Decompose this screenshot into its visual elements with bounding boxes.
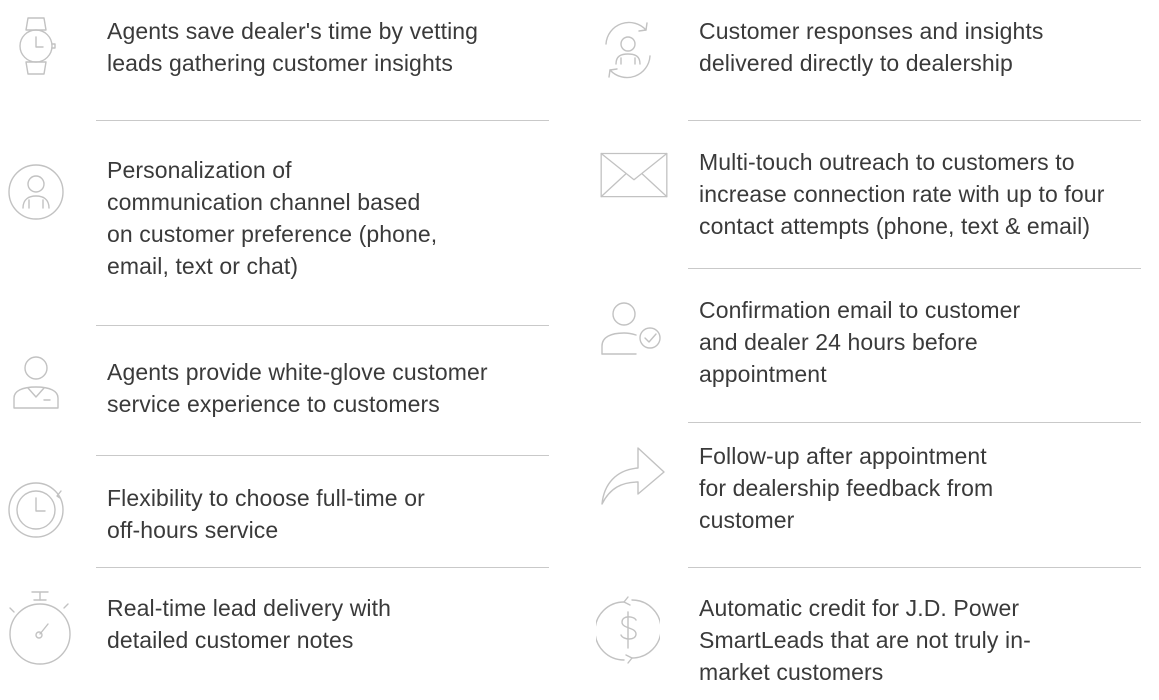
feature-text: Agents provide white-glove customer serv… — [107, 359, 488, 417]
feature-personalization: Personalization of communication channel… — [4, 150, 564, 310]
feature-follow-up: Follow-up after appointment for dealersh… — [596, 440, 1156, 550]
feature-text: Follow-up after appointment for dealersh… — [699, 443, 994, 533]
share-arrow-icon — [596, 444, 665, 508]
feature-text: Customer responses and insights delivere… — [699, 18, 1044, 76]
dollar-refresh-icon — [596, 594, 660, 664]
clock-icon — [4, 478, 68, 542]
envelope-icon — [596, 146, 668, 210]
divider — [688, 120, 1141, 121]
feature-confirmation-email: Confirmation email to customer and deale… — [596, 294, 1156, 404]
stopwatch-icon — [4, 588, 71, 665]
divider — [688, 422, 1141, 423]
user-check-icon — [596, 294, 661, 358]
divider — [96, 455, 549, 456]
feature-text: Flexibility to choose full-time or off-h… — [107, 485, 425, 543]
feature-multi-touch: Multi-touch outreach to customers to inc… — [596, 146, 1159, 256]
feature-customer-responses: Customer responses and insights delivere… — [596, 14, 1156, 114]
feature-text: Agents save dealer's time by vetting lea… — [107, 18, 479, 76]
user-sync-icon — [596, 18, 660, 82]
feature-vetting-leads: Agents save dealer's time by vetting lea… — [4, 14, 564, 114]
feature-flexibility: Flexibility to choose full-time or off-h… — [4, 478, 564, 558]
feature-real-time: Real-time lead delivery with detailed cu… — [4, 588, 564, 688]
watch-icon — [4, 14, 68, 78]
divider — [688, 567, 1141, 568]
feature-white-glove: Agents provide white-glove customer serv… — [4, 350, 564, 440]
divider — [96, 325, 549, 326]
divider — [96, 567, 549, 568]
divider — [688, 268, 1141, 269]
feature-automatic-credit: Automatic credit for J.D. Power SmartLea… — [596, 588, 1156, 698]
feature-text: Multi-touch outreach to customers to inc… — [699, 149, 1105, 239]
feature-text: Confirmation email to customer and deale… — [699, 297, 1021, 387]
user-circle-icon — [4, 160, 68, 224]
divider — [96, 120, 549, 121]
agent-icon — [4, 350, 68, 414]
feature-text: Automatic credit for J.D. Power SmartLea… — [699, 595, 1031, 685]
feature-text: Personalization of communication channel… — [107, 157, 438, 279]
feature-text: Real-time lead delivery with detailed cu… — [107, 595, 392, 653]
